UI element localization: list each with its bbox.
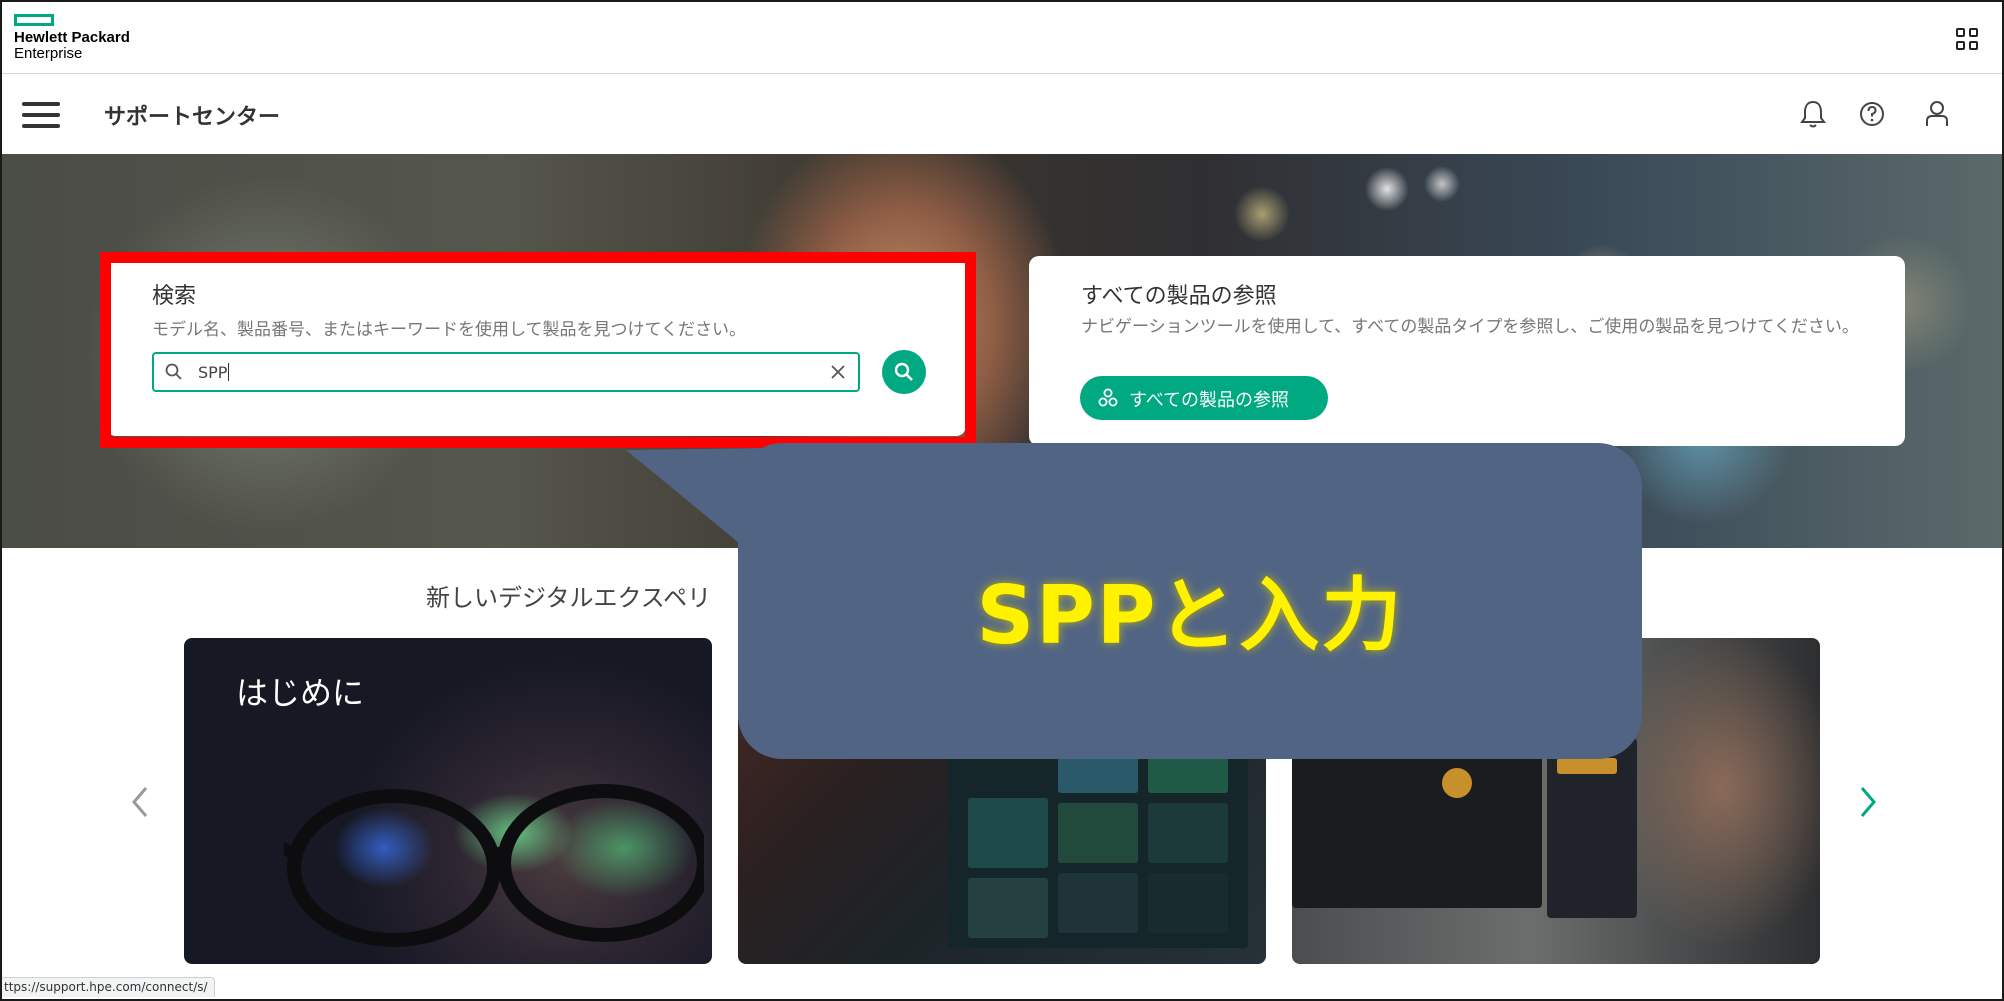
browser-viewport: Hewlett Packard Enterprise サポートセンター 検索 モ… — [0, 0, 2004, 1001]
instruction-callout: SPPと入力 — [738, 443, 1642, 759]
status-bar-url: ttps://support.hpe.com/connect/s/ — [2, 977, 215, 997]
callout-text: SPPと入力 — [976, 569, 1404, 662]
